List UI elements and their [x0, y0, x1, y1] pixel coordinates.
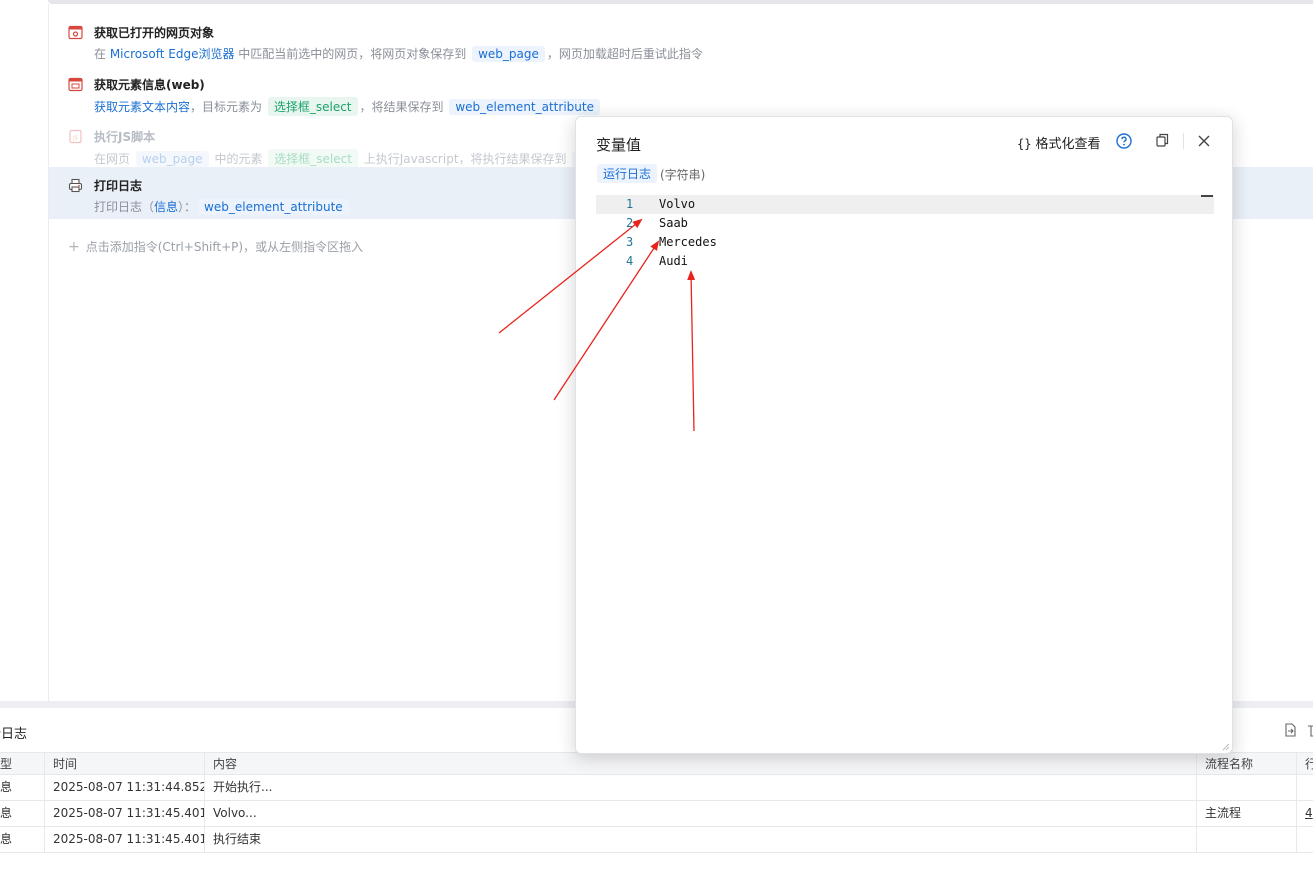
- code-line: 3 Mercedes: [596, 233, 1214, 252]
- cell-line: [1297, 827, 1313, 852]
- dialog-title: 变量值: [596, 136, 642, 154]
- log-panel-title: 行日志: [0, 727, 28, 742]
- step-desc: 获取元素文本内容，目标元素为 选择框_select ，将结果保存到 web_ele…: [94, 97, 602, 116]
- var-tag-web-page[interactable]: web_page: [472, 46, 545, 62]
- cell-content: 开始执行...: [205, 775, 1197, 800]
- step-desc: 打印日志（信息）： web_element_attribute: [94, 198, 351, 215]
- code-line: 4 Audi: [596, 252, 1214, 271]
- log-level-link[interactable]: 信息: [154, 200, 178, 214]
- top-strip: [48, 0, 1313, 4]
- cell-time: 2025-08-07 11:31:45.401: [45, 827, 205, 852]
- cell-type: 息: [0, 801, 45, 826]
- cell-type: 息: [0, 775, 45, 800]
- minimap-slider[interactable]: [1201, 195, 1213, 197]
- line-number: 4: [626, 254, 634, 268]
- step-get-open-webpage[interactable]: 获取已打开的网页对象 在 Microsoft Edge浏览器 中匹配当前选中的网…: [49, 14, 1313, 66]
- table-row[interactable]: 息 2025-08-07 11:31:44.852 开始执行...: [0, 775, 1313, 801]
- plus-icon: +: [68, 239, 80, 255]
- step-desc: 在网页 web_page 中的元素 选择框_select 上执行Javascri…: [94, 149, 611, 168]
- js-script-icon: JS: [69, 129, 82, 144]
- col-line[interactable]: 行: [1297, 753, 1313, 774]
- value-editor[interactable]: 1 Volvo 2 Saab 3 Mercedes 4 Audi: [596, 193, 1214, 733]
- close-icon[interactable]: [1197, 134, 1211, 148]
- var-tag-web-element-attribute[interactable]: web_element_attribute: [449, 99, 600, 115]
- trash-icon[interactable]: [1306, 722, 1313, 738]
- cell-process: [1197, 775, 1297, 800]
- get-text-link[interactable]: 获取元素文本内容: [94, 100, 190, 114]
- var-tag-web-page[interactable]: web_page: [135, 151, 209, 167]
- braces-icon: {}: [1017, 137, 1032, 151]
- line-text: Saab: [659, 216, 688, 230]
- line-text: Volvo: [659, 197, 696, 211]
- table-row[interactable]: 息 2025-08-07 11:31:45.401 Volvo... 主流程 4: [0, 801, 1313, 827]
- browser-link[interactable]: Microsoft Edge浏览器: [110, 47, 235, 61]
- element-tag-select[interactable]: 选择框_select: [267, 97, 358, 116]
- format-view-button[interactable]: {} 格式化查看: [1017, 133, 1100, 152]
- code-line: 2 Saab: [596, 214, 1214, 233]
- cell-line-link[interactable]: 4: [1297, 801, 1313, 826]
- var-tag-web-element-attribute[interactable]: web_element_attribute: [198, 199, 349, 215]
- variable-value-dialog: 变量值 {} 格式化查看 运行日志 (字符串) 1 Volvo 2 Saab 3 …: [575, 116, 1233, 754]
- step-title: 打印日志: [94, 179, 143, 193]
- copy-icon[interactable]: [1155, 133, 1169, 147]
- toolbar-divider: [1183, 133, 1184, 149]
- line-text: Audi: [659, 254, 688, 268]
- log-table-header: 型 时间 内容 流程名称 行: [0, 752, 1313, 775]
- element-tag-select[interactable]: 选择框_select: [268, 149, 358, 168]
- step-get-element-info[interactable]: 获取元素信息(web) 获取元素文本内容，目标元素为 选择框_select ，将结…: [49, 66, 1313, 118]
- step-title: 执行JS脚本: [94, 130, 156, 144]
- line-text: Mercedes: [659, 235, 717, 249]
- col-process[interactable]: 流程名称: [1197, 753, 1297, 774]
- variable-name-tag: 运行日志: [597, 164, 658, 183]
- step-title: 获取已打开的网页对象: [94, 26, 215, 40]
- col-content[interactable]: 内容: [205, 753, 1197, 774]
- col-time[interactable]: 时间: [45, 753, 205, 774]
- step-title: 获取元素信息(web): [94, 78, 205, 92]
- cell-process: 主流程: [1197, 801, 1297, 826]
- add-instruction-hint[interactable]: + 点击添加指令(Ctrl+Shift+P)，或从左侧指令区拖入: [68, 238, 363, 255]
- cell-content: 执行结束: [205, 827, 1197, 852]
- cell-time: 2025-08-07 11:31:44.852: [45, 775, 205, 800]
- code-line: 1 Volvo: [596, 195, 1214, 214]
- cell-process: [1197, 827, 1297, 852]
- line-number: 1: [626, 197, 634, 211]
- element-info-icon: [68, 77, 83, 92]
- table-row[interactable]: 息 2025-08-07 11:31:45.401 执行结束: [0, 827, 1313, 853]
- line-number: 2: [626, 216, 634, 230]
- printer-icon: [68, 178, 83, 193]
- help-icon[interactable]: [1116, 133, 1132, 149]
- variable-type: (字符串): [660, 168, 706, 182]
- cell-time: 2025-08-07 11:31:45.401: [45, 801, 205, 826]
- export-icon[interactable]: [1282, 722, 1298, 738]
- cell-content: Volvo...: [205, 801, 1197, 826]
- cell-type: 息: [0, 827, 45, 852]
- resize-grip-icon[interactable]: [1220, 741, 1230, 751]
- svg-text:JS: JS: [72, 136, 78, 142]
- browser-icon: [68, 25, 83, 40]
- step-desc: 在 Microsoft Edge浏览器 中匹配当前选中的网页，将网页对象保存到 …: [94, 46, 703, 62]
- col-type[interactable]: 型: [0, 753, 45, 774]
- line-number: 3: [626, 235, 634, 249]
- cell-line: [1297, 775, 1313, 800]
